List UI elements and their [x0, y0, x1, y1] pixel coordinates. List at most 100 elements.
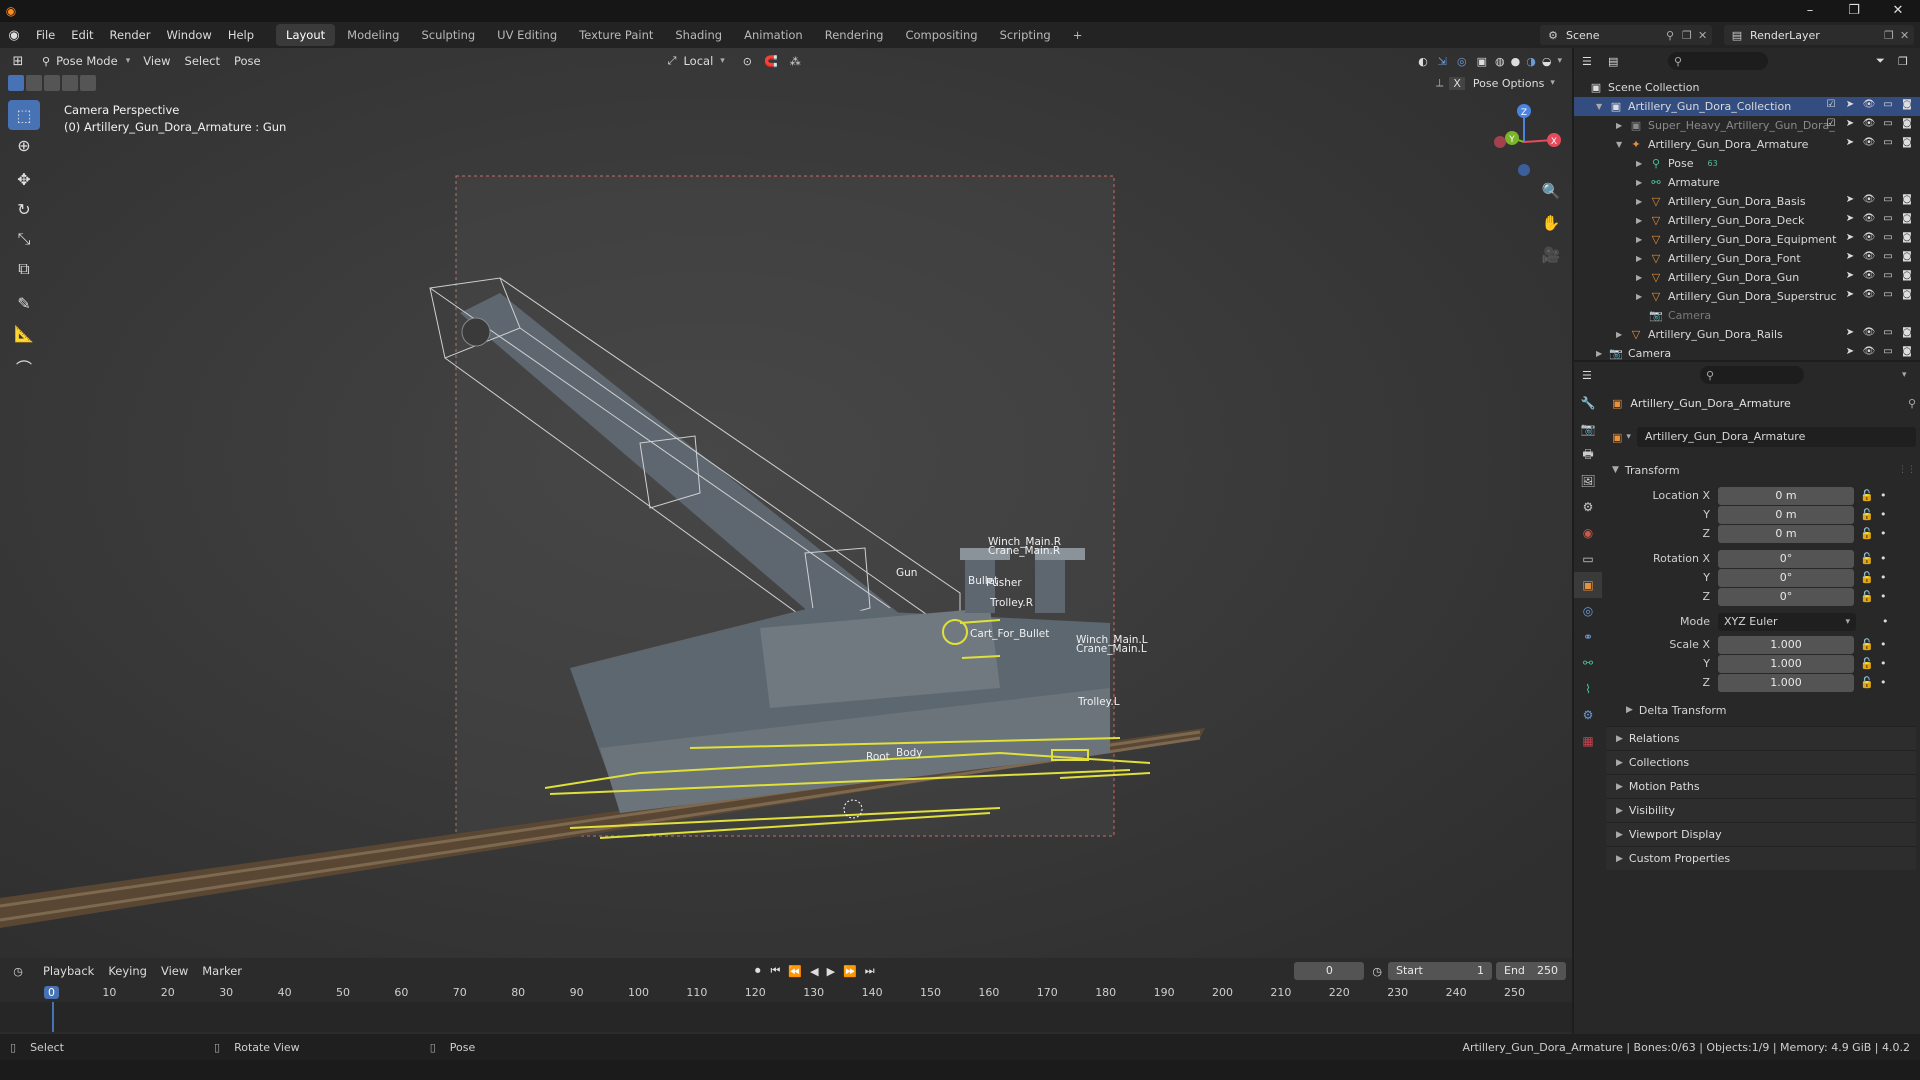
outliner-row-dora-collection[interactable]: ▼ ▣ Artillery_Gun_Dora_Collection ☑ ➤ 👁 ▭ ◙	[1574, 97, 1920, 116]
monitor-icon[interactable]: ▭	[1881, 251, 1895, 262]
viewport-display-panel-header[interactable]: ▶ Viewport Display	[1606, 822, 1916, 846]
bone-label-pusher[interactable]: Pusher	[986, 577, 1022, 589]
scale-x-field[interactable]: 1.000	[1718, 635, 1854, 654]
preview-range-icon[interactable]: ◷	[1372, 965, 1382, 978]
bone-label-cart-for-bullet[interactable]: Cart_For_Bullet	[970, 628, 1049, 640]
monitor-icon[interactable]: ▭	[1881, 118, 1895, 129]
delta-transform-subpanel[interactable]: ▶ Delta Transform	[1606, 698, 1916, 722]
overlay-icon[interactable]: ◎	[1457, 55, 1467, 68]
rotation-z-field[interactable]: 0°	[1718, 587, 1854, 606]
monitor-icon[interactable]: ▭	[1881, 270, 1895, 281]
camera-view-icon[interactable]: 🎥	[1538, 246, 1564, 278]
lock-icon[interactable]: 🔓	[1854, 657, 1880, 670]
select-intersect-button[interactable]	[80, 75, 96, 91]
keyframe-dot-icon[interactable]: •	[1880, 552, 1894, 565]
render-layer-selector[interactable]: ▤ RenderLayer ❐ ✕	[1724, 25, 1914, 45]
render-icon[interactable]: ◙	[1900, 270, 1914, 281]
tab-modeling[interactable]: Modeling	[337, 24, 409, 46]
scale-tool-icon[interactable]: ⤡	[8, 224, 40, 254]
scene-selector[interactable]: ⚙ Scene ⚲ ❐ ✕	[1540, 25, 1712, 45]
chevron-right-icon[interactable]: ▶	[1636, 197, 1648, 206]
render-tab-icon[interactable]: 📷	[1574, 416, 1602, 442]
outliner-row-gun[interactable]: ▶ ▽ Artillery_Gun_Dora_Gun ➤ 👁 ▭ ◙	[1574, 268, 1920, 287]
3d-viewport[interactable]	[0, 48, 1572, 958]
chevron-down-icon[interactable]: ▾	[1626, 432, 1631, 442]
outliner-row-armature-data[interactable]: ▶ ⚯ Armature	[1574, 173, 1920, 192]
select-arrow-icon[interactable]: ➤	[1843, 346, 1857, 357]
lock-icon[interactable]: 🔓	[1854, 676, 1880, 689]
transform-panel-header[interactable]: ▼ Transform ⋮⋮	[1606, 458, 1916, 482]
tool-tab-icon[interactable]: 🔧	[1574, 390, 1602, 416]
navigation-gizmo[interactable]: Z X Y	[1484, 100, 1564, 180]
scale-z-field[interactable]: 1.000	[1718, 673, 1854, 692]
tab-shading[interactable]: Shading	[665, 24, 732, 46]
tab-texture-paint[interactable]: Texture Paint	[569, 24, 663, 46]
editor-type-icon[interactable]: ⊞	[0, 54, 36, 69]
outliner-row-superstructure[interactable]: ▶ ▽ Artillery_Gun_Dora_Superstruc ➤ 👁 ▭ ◙	[1574, 287, 1920, 306]
timeline-editor-icon[interactable]: ◷	[0, 965, 36, 978]
chevron-right-icon[interactable]: ▶	[1596, 349, 1608, 358]
select-arrow-icon[interactable]: ➤	[1843, 118, 1857, 129]
menu-timeline-view[interactable]: View	[154, 958, 195, 984]
bone-tab-icon[interactable]: ⌇	[1574, 676, 1602, 702]
output-tab-icon[interactable]: 🖶	[1574, 442, 1602, 468]
view-layer-tab-icon[interactable]: 🖼	[1574, 468, 1602, 494]
lock-icon[interactable]: 🔓	[1854, 508, 1880, 521]
pan-hand-icon[interactable]: ✋	[1538, 214, 1564, 246]
select-box-tool-icon[interactable]: ⬚	[8, 100, 40, 130]
outliner-row-scene-collection[interactable]: ▣ Scene Collection	[1574, 78, 1920, 97]
solid-shading-icon[interactable]: ●	[1511, 55, 1521, 68]
armature-data-tab-icon[interactable]: ⚯	[1574, 650, 1602, 676]
relations-panel-header[interactable]: ▶ Relations	[1606, 726, 1916, 750]
rotation-x-field[interactable]: 0°	[1718, 549, 1854, 568]
world-tab-icon[interactable]: ◉	[1574, 520, 1602, 546]
texture-tab-icon[interactable]: ▦	[1574, 728, 1602, 754]
current-frame-field[interactable]: 0	[1294, 962, 1365, 980]
monitor-icon[interactable]: ▭	[1881, 194, 1895, 205]
eye-icon[interactable]: 👁	[1862, 118, 1876, 129]
start-frame-field[interactable]: Start 1	[1388, 962, 1492, 980]
tab-sculpting[interactable]: Sculpting	[411, 24, 485, 46]
bone-label-body[interactable]: Body	[896, 747, 923, 759]
eye-icon[interactable]: 👁	[1862, 289, 1876, 300]
new-collection-icon[interactable]: ❐	[1898, 55, 1920, 68]
outliner-row-pose[interactable]: ▶ ⚲ Pose 63	[1574, 154, 1920, 173]
material-shading-icon[interactable]: ◑	[1526, 55, 1536, 68]
close-layer-icon[interactable]: ✕	[1900, 29, 1914, 42]
properties-editor-icon[interactable]: ☰	[1582, 369, 1608, 382]
checkbox-icon[interactable]: ☑	[1824, 118, 1838, 129]
play-icon[interactable]: ▶	[827, 965, 835, 978]
keyframe-dot-icon[interactable]: •	[1882, 615, 1896, 628]
select-arrow-icon[interactable]: ➤	[1843, 270, 1857, 281]
render-icon[interactable]: ◙	[1900, 194, 1914, 205]
playhead[interactable]	[52, 1002, 54, 1032]
select-arrow-icon[interactable]: ➤	[1843, 327, 1857, 338]
collection-tab-icon[interactable]: ▭	[1574, 546, 1602, 572]
menu-view[interactable]: View	[136, 48, 177, 74]
chevron-down-icon[interactable]: ▼	[1596, 102, 1608, 111]
menu-keying[interactable]: Keying	[101, 958, 154, 984]
mirror-icon[interactable]: ⟂	[1436, 76, 1443, 90]
pin-icon[interactable]: ⚲	[1666, 29, 1682, 42]
chevron-right-icon[interactable]: ▶	[1636, 235, 1648, 244]
select-new-button[interactable]	[8, 75, 24, 91]
chevron-down-icon[interactable]: ▾	[1902, 370, 1920, 380]
render-icon[interactable]: ◙	[1900, 137, 1914, 148]
zoom-icon[interactable]: 🔍	[1538, 182, 1564, 214]
outliner-row-rails[interactable]: ▶ ▽ Artillery_Gun_Dora_Rails ➤ 👁 ▭ ◙	[1574, 325, 1920, 344]
menu-marker[interactable]: Marker	[195, 958, 249, 984]
outliner-row-deck[interactable]: ▶ ▽ Artillery_Gun_Dora_Deck ➤ 👁 ▭ ◙	[1574, 211, 1920, 230]
visibility-icon[interactable]: ◐	[1418, 55, 1428, 68]
eye-icon[interactable]: 👁	[1862, 251, 1876, 262]
chevron-right-icon[interactable]: ▶	[1636, 292, 1648, 301]
render-icon[interactable]: ◙	[1900, 327, 1914, 338]
rotation-y-field[interactable]: 0°	[1718, 568, 1854, 587]
outliner-row-armature-object[interactable]: ▼ ✦ Artillery_Gun_Dora_Armature ➤ 👁 ▭ ◙	[1574, 135, 1920, 154]
render-icon[interactable]: ◙	[1900, 232, 1914, 243]
outliner-row-font[interactable]: ▶ ▽ Artillery_Gun_Dora_Font ➤ 👁 ▭ ◙	[1574, 249, 1920, 268]
cursor-tool-icon[interactable]: ⊕	[8, 130, 40, 160]
tab-rendering[interactable]: Rendering	[815, 24, 894, 46]
rotation-mode-dropdown[interactable]: XYZ Euler ▾	[1718, 612, 1856, 631]
chevron-right-icon[interactable]: ▶	[1616, 330, 1628, 339]
record-icon[interactable]: ⏺	[755, 964, 761, 978]
